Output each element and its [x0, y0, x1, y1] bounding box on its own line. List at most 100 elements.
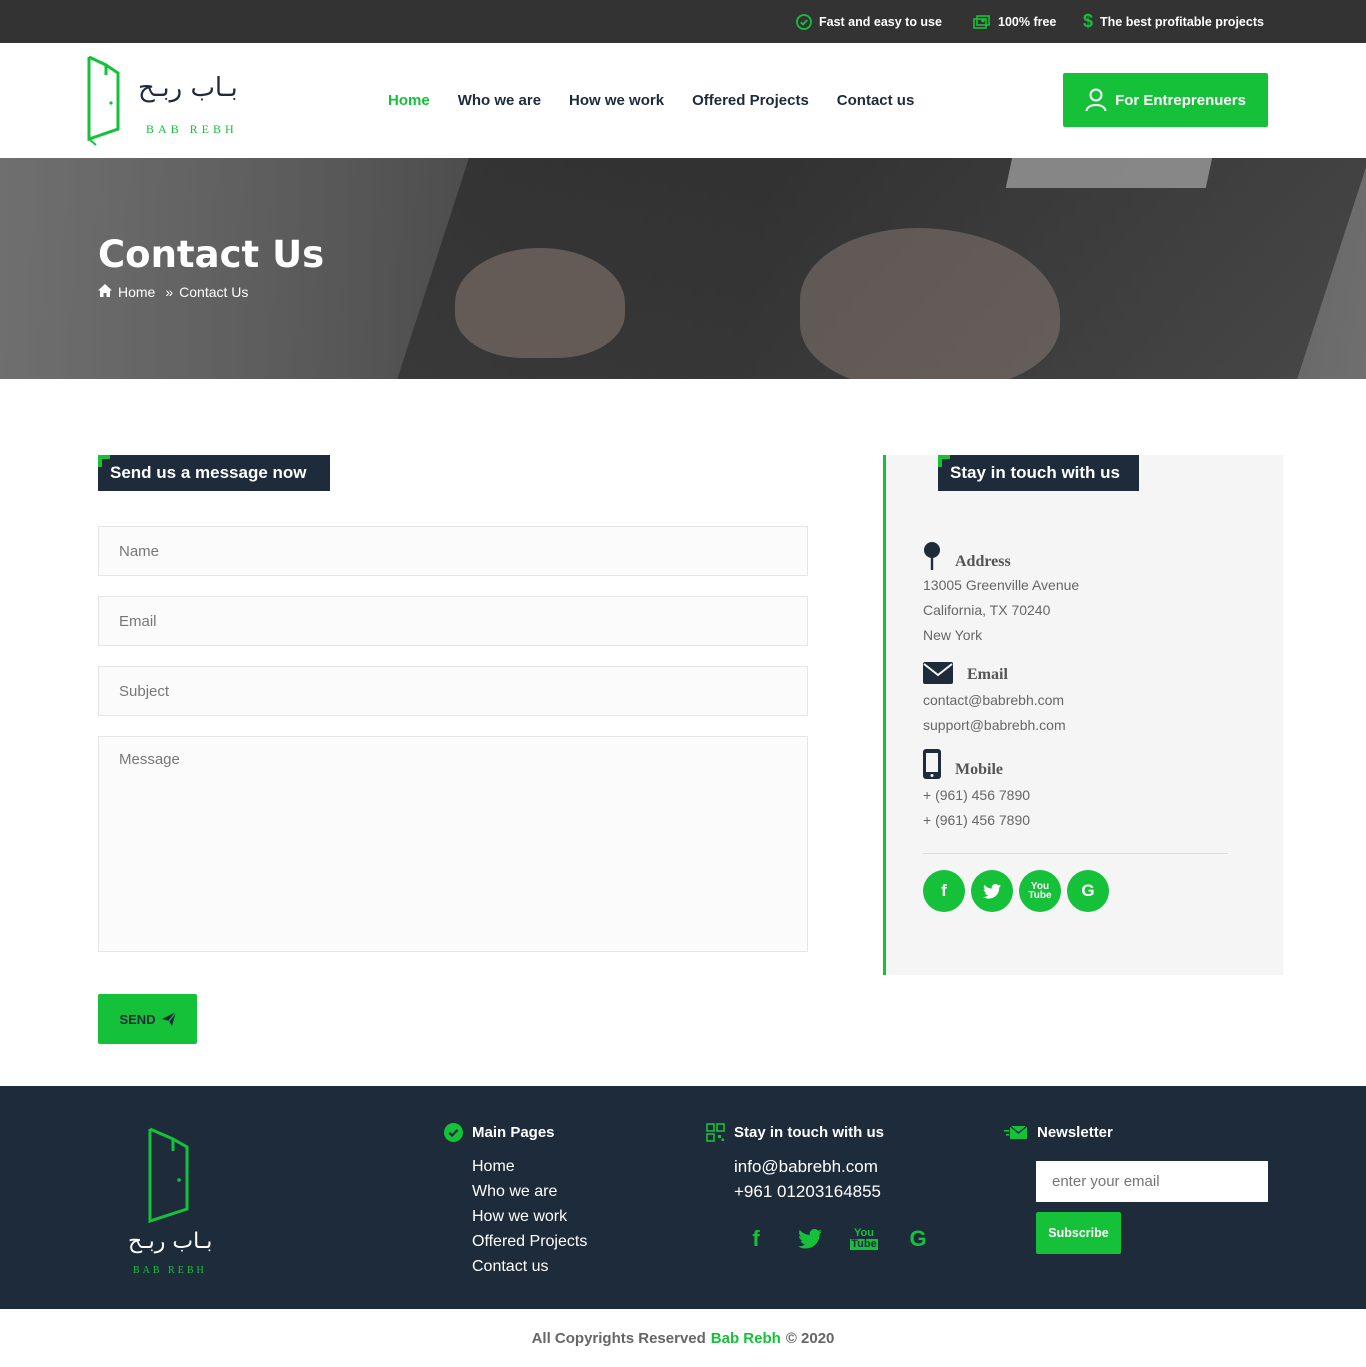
check-circle-icon: [796, 13, 812, 30]
copyright-year: © 2020: [785, 1329, 835, 1347]
top-bar: Fast and easy to use 100% free $ The bes…: [0, 0, 1366, 43]
email-line[interactable]: support@babrebh.com: [923, 713, 1066, 738]
door-logo-icon: [87, 55, 120, 146]
address-label: Address: [955, 553, 1011, 570]
nav-who-we-are[interactable]: Who we are: [458, 92, 541, 109]
google-icon[interactable]: G: [902, 1226, 934, 1251]
footer-link-offered-projects[interactable]: Offered Projects: [472, 1229, 587, 1254]
hand-image: [455, 248, 625, 358]
map-pin-icon: [924, 542, 940, 570]
door-logo-icon: [148, 1127, 189, 1224]
logo-english-text: BAB REBH: [146, 122, 238, 136]
contact-divider: [923, 853, 1228, 854]
name-field[interactable]: [98, 526, 808, 576]
footer-link-home[interactable]: Home: [472, 1154, 515, 1179]
nav-offered-projects[interactable]: Offered Projects: [692, 92, 809, 109]
site-logo[interactable]: بـاب ربـح BAB REBH: [84, 55, 264, 147]
money-icon: [973, 14, 991, 30]
email-field[interactable]: [98, 596, 808, 646]
footer-logo-english: BAB REBH: [133, 1265, 207, 1276]
copyright-brand[interactable]: Bab Rebh: [711, 1330, 781, 1347]
footer-link-contact-us[interactable]: Contact us: [472, 1254, 548, 1279]
qr-code-icon: [706, 1123, 725, 1142]
logo-arabic-text: بـاب ربـح: [138, 73, 238, 103]
contact-social-links: f You Tube G: [923, 870, 1109, 912]
mobile-phone-icon: [923, 749, 941, 779]
user-icon: [1085, 88, 1107, 112]
footer-logo[interactable]: بـاب ربـح BAB REBH: [120, 1125, 220, 1280]
cta-label: For Entreprenuers: [1115, 91, 1246, 109]
subject-field[interactable]: [98, 666, 808, 716]
name-input[interactable]: [99, 527, 807, 575]
facebook-icon[interactable]: f: [923, 870, 965, 912]
feature-profitable: $ The best profitable projects: [1083, 0, 1264, 43]
feature-free: 100% free: [973, 0, 1056, 43]
feature-label: 100% free: [998, 14, 1057, 29]
facebook-icon[interactable]: f: [740, 1226, 772, 1251]
copyright-bar: All Copyrights Reserved Bab Rebh © 2020: [0, 1309, 1366, 1367]
nav-contact-us[interactable]: Contact us: [837, 92, 915, 109]
footer-email[interactable]: info@babrebh.com: [734, 1154, 878, 1179]
paper-plane-icon: [161, 1012, 176, 1026]
form-title-text: Send us a message now: [110, 463, 307, 482]
subject-input[interactable]: [99, 667, 807, 715]
nav-home[interactable]: Home: [388, 92, 430, 109]
mobile-line[interactable]: + (961) 456 7890: [923, 808, 1030, 833]
copyright-text: All Copyrights Reserved: [531, 1329, 706, 1347]
address-line: 13005 Greenville Avenue: [923, 577, 1080, 593]
double-chevron-icon: »: [165, 284, 174, 300]
footer-social-links: f You Tube G: [740, 1226, 934, 1251]
footer-link-how-we-work[interactable]: How we work: [472, 1204, 567, 1229]
mail-send-icon: [1004, 1124, 1028, 1139]
send-label: SEND: [119, 1011, 156, 1027]
message-field[interactable]: [98, 736, 808, 952]
contact-section-title: Stay in touch with us: [938, 455, 1139, 491]
twitter-icon[interactable]: [794, 1228, 826, 1250]
breadcrumb: Home » Contact Us: [98, 284, 248, 300]
twitter-icon[interactable]: [971, 870, 1013, 912]
contact-title-text: Stay in touch with us: [950, 463, 1121, 482]
address-block: Address 13005 Greenville Avenue Californ…: [923, 541, 1079, 648]
footer-main-pages-title: Main Pages: [444, 1123, 555, 1142]
form-section-title: Send us a message now: [98, 455, 330, 491]
page-title: Contact Us: [98, 233, 325, 276]
check-circle-icon: [444, 1123, 463, 1142]
youtube-icon[interactable]: You Tube: [1019, 870, 1061, 912]
youtube-icon[interactable]: You Tube: [848, 1228, 880, 1250]
footer-stay-label: Stay in touch with us: [734, 1124, 885, 1141]
footer-phone[interactable]: +961 01203164855: [734, 1179, 881, 1204]
feature-label: The best profitable projects: [1100, 14, 1264, 29]
page-banner: Contact Us Home » Contact Us: [0, 158, 1366, 379]
message-input[interactable]: [99, 737, 807, 951]
mobile-label: Mobile: [955, 761, 1003, 778]
footer-newsletter-title: Newsletter: [1004, 1124, 1113, 1141]
breadcrumb-current: Contact Us: [179, 284, 249, 300]
email-block: Email contact@babrebh.com support@babreb…: [923, 662, 1066, 738]
breadcrumb-home[interactable]: Home: [118, 284, 155, 300]
envelope-icon: [923, 662, 953, 684]
site-header: بـاب ربـح BAB REBH Home Who we are How w…: [0, 43, 1366, 158]
footer-stay-in-touch-title: Stay in touch with us: [706, 1123, 884, 1142]
subscribe-button[interactable]: Subscribe: [1036, 1212, 1121, 1254]
for-entrepreneurs-button[interactable]: For Entreprenuers: [1063, 73, 1268, 127]
dollar-icon: $: [1083, 11, 1094, 31]
send-button[interactable]: SEND: [98, 994, 197, 1044]
feature-label: Fast and easy to use: [819, 14, 942, 29]
google-icon[interactable]: G: [1067, 870, 1109, 912]
mobile-line[interactable]: + (961) 456 7890: [923, 783, 1030, 808]
footer-newsletter-label: Newsletter: [1037, 1124, 1113, 1141]
footer-link-who-we-are[interactable]: Who we are: [472, 1179, 557, 1204]
feature-fast: Fast and easy to use: [796, 0, 942, 43]
email-input[interactable]: [99, 597, 807, 645]
address-line: New York: [923, 627, 983, 643]
address-line: California, TX 70240: [923, 602, 1051, 618]
main-nav: Home Who we are How we work Offered Proj…: [388, 43, 942, 158]
email-label: Email: [967, 666, 1008, 683]
home-icon: [98, 284, 112, 300]
email-line[interactable]: contact@babrebh.com: [923, 688, 1066, 713]
laptop-screen-image: [1005, 158, 1215, 188]
nav-how-we-work[interactable]: How we work: [569, 92, 664, 109]
footer-main-pages-label: Main Pages: [472, 1124, 555, 1141]
mobile-block: Mobile + (961) 456 7890 + (961) 456 7890: [923, 749, 1030, 833]
newsletter-email-input[interactable]: [1036, 1161, 1268, 1202]
